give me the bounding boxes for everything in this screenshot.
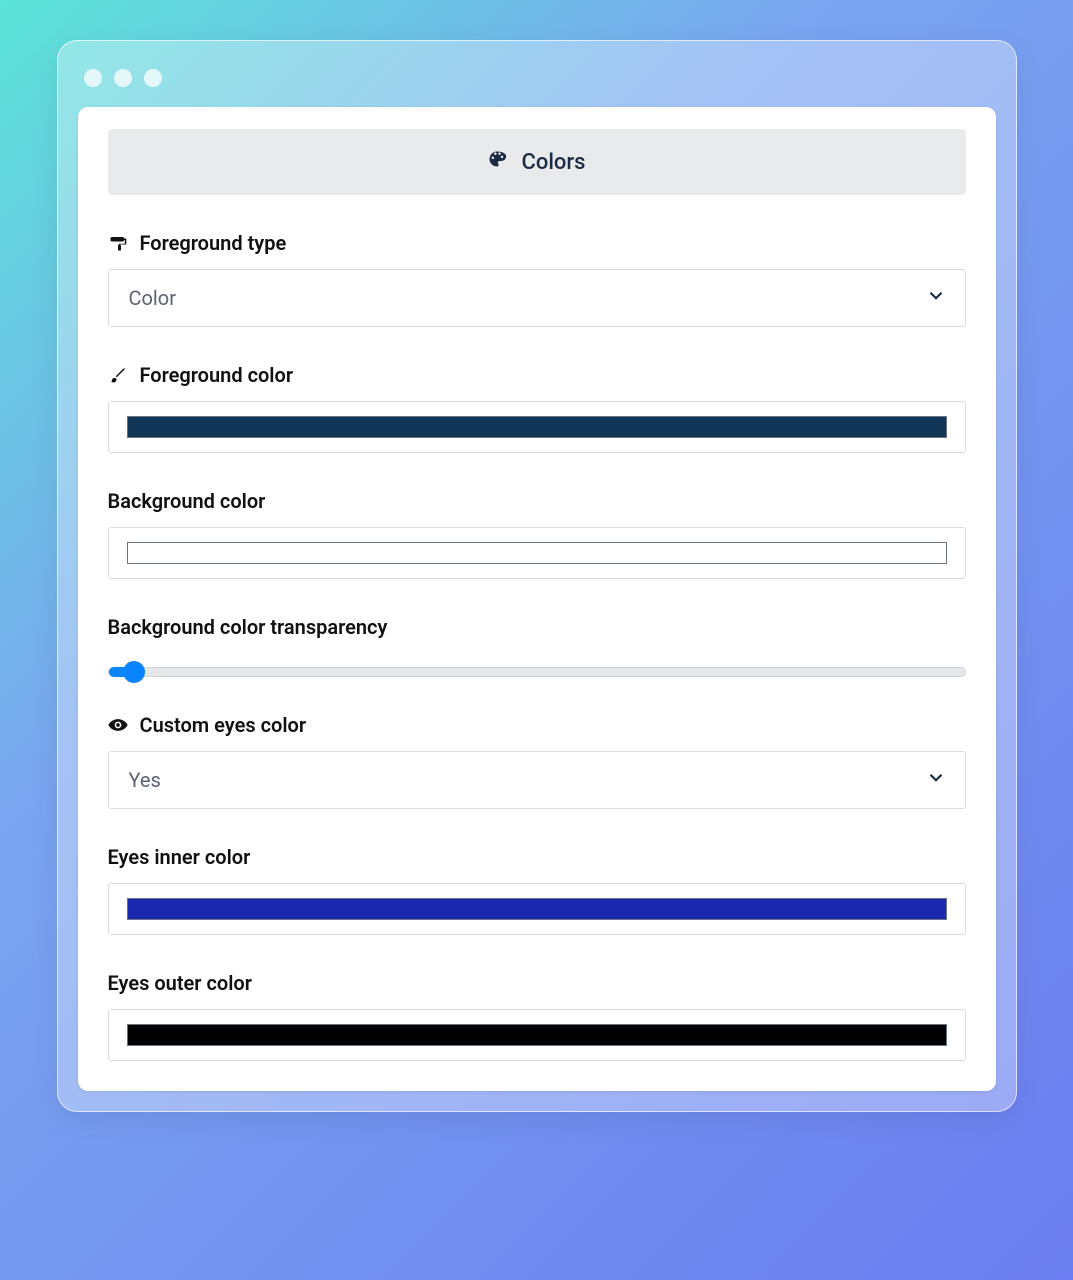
foreground-color-swatch[interactable] — [127, 416, 947, 438]
colors-panel: Colors Foreground type Color — [78, 107, 996, 1091]
foreground-color-label: Foreground color — [140, 363, 294, 387]
eyes-inner-color-swatch[interactable] — [127, 898, 947, 920]
background-color-label: Background color — [108, 489, 266, 513]
custom-eyes-color-label: Custom eyes color — [140, 713, 307, 737]
field-foreground-type: Foreground type Color — [108, 231, 966, 327]
background-transparency-label: Background color transparency — [108, 615, 388, 639]
foreground-type-label: Foreground type — [140, 231, 287, 255]
chevron-down-icon — [925, 285, 947, 312]
field-background-transparency: Background color transparency — [108, 615, 966, 677]
section-title: Colors — [521, 150, 585, 175]
foreground-color-wrap — [108, 401, 966, 453]
field-eyes-inner-color: Eyes inner color — [108, 845, 966, 935]
field-eyes-outer-color: Eyes outer color — [108, 971, 966, 1061]
chevron-down-icon — [925, 767, 947, 794]
paint-roller-icon — [108, 233, 128, 253]
window-frame: Colors Foreground type Color — [57, 40, 1017, 1112]
foreground-type-select[interactable]: Color — [108, 269, 966, 327]
eyes-inner-color-wrap — [108, 883, 966, 935]
custom-eyes-color-value: Yes — [129, 768, 161, 792]
slider-thumb[interactable] — [123, 661, 145, 683]
background-color-wrap — [108, 527, 966, 579]
eye-icon — [108, 715, 128, 735]
transparency-slider[interactable] — [108, 667, 966, 677]
window-dot — [84, 69, 102, 87]
field-background-color: Background color — [108, 489, 966, 579]
custom-eyes-color-select[interactable]: Yes — [108, 751, 966, 809]
background-color-swatch[interactable] — [127, 542, 947, 564]
eyes-outer-color-label: Eyes outer color — [108, 971, 252, 995]
field-foreground-color: Foreground color — [108, 363, 966, 453]
foreground-type-value: Color — [129, 286, 176, 310]
window-dot — [114, 69, 132, 87]
window-titlebar — [78, 61, 996, 107]
palette-icon — [487, 149, 507, 175]
brush-icon — [108, 365, 128, 385]
window-dot — [144, 69, 162, 87]
eyes-outer-color-wrap — [108, 1009, 966, 1061]
field-custom-eyes-color: Custom eyes color Yes — [108, 713, 966, 809]
eyes-outer-color-swatch[interactable] — [127, 1024, 947, 1046]
section-header: Colors — [108, 129, 966, 195]
eyes-inner-color-label: Eyes inner color — [108, 845, 251, 869]
